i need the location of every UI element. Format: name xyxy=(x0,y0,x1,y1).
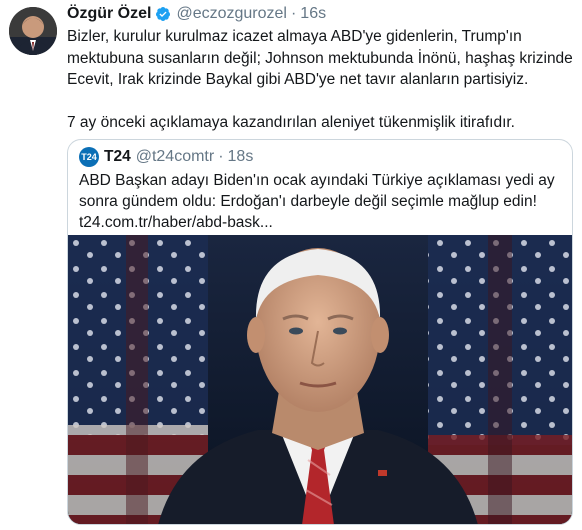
tweet[interactable]: Özgür Özel @eczozgurozel · 16s Bizler, k… xyxy=(0,0,582,530)
tweet-timestamp[interactable]: 16s xyxy=(300,5,326,23)
quoted-timestamp: 18s xyxy=(227,148,254,165)
quoted-author-name: T24 xyxy=(104,148,131,165)
quoted-tweet-text: ABD Başkan adayı Biden'ın ocak ayındaki … xyxy=(79,172,555,231)
verified-badge-icon xyxy=(155,6,171,22)
separator-dot: · xyxy=(290,5,297,22)
quoted-tweet[interactable]: T24 T24 @t24comtr · 18s ABD Başkan adayı… xyxy=(67,139,573,525)
separator-dot: · xyxy=(218,148,224,165)
author-avatar[interactable] xyxy=(9,7,57,55)
tweet-text: Bizler, kurulur kurulmaz icazet almaya A… xyxy=(67,26,573,133)
tweet-paragraph: Bizler, kurulur kurulmaz icazet almaya A… xyxy=(67,28,573,88)
tweet-header: Özgür Özel @eczozgurozel · 16s xyxy=(67,3,326,25)
quoted-author-handle: @t24comtr xyxy=(135,148,215,165)
author-name[interactable]: Özgür Özel xyxy=(67,5,151,23)
quoted-tweet-header: T24 T24 @t24comtr · 18s xyxy=(79,146,253,168)
quoted-author-avatar: T24 xyxy=(79,147,99,167)
author-handle[interactable]: @eczozgurozel xyxy=(176,5,287,23)
tweet-paragraph: 7 ay önceki açıklamaya kazandırılan alen… xyxy=(67,113,515,131)
quoted-tweet-image[interactable] xyxy=(68,235,572,524)
